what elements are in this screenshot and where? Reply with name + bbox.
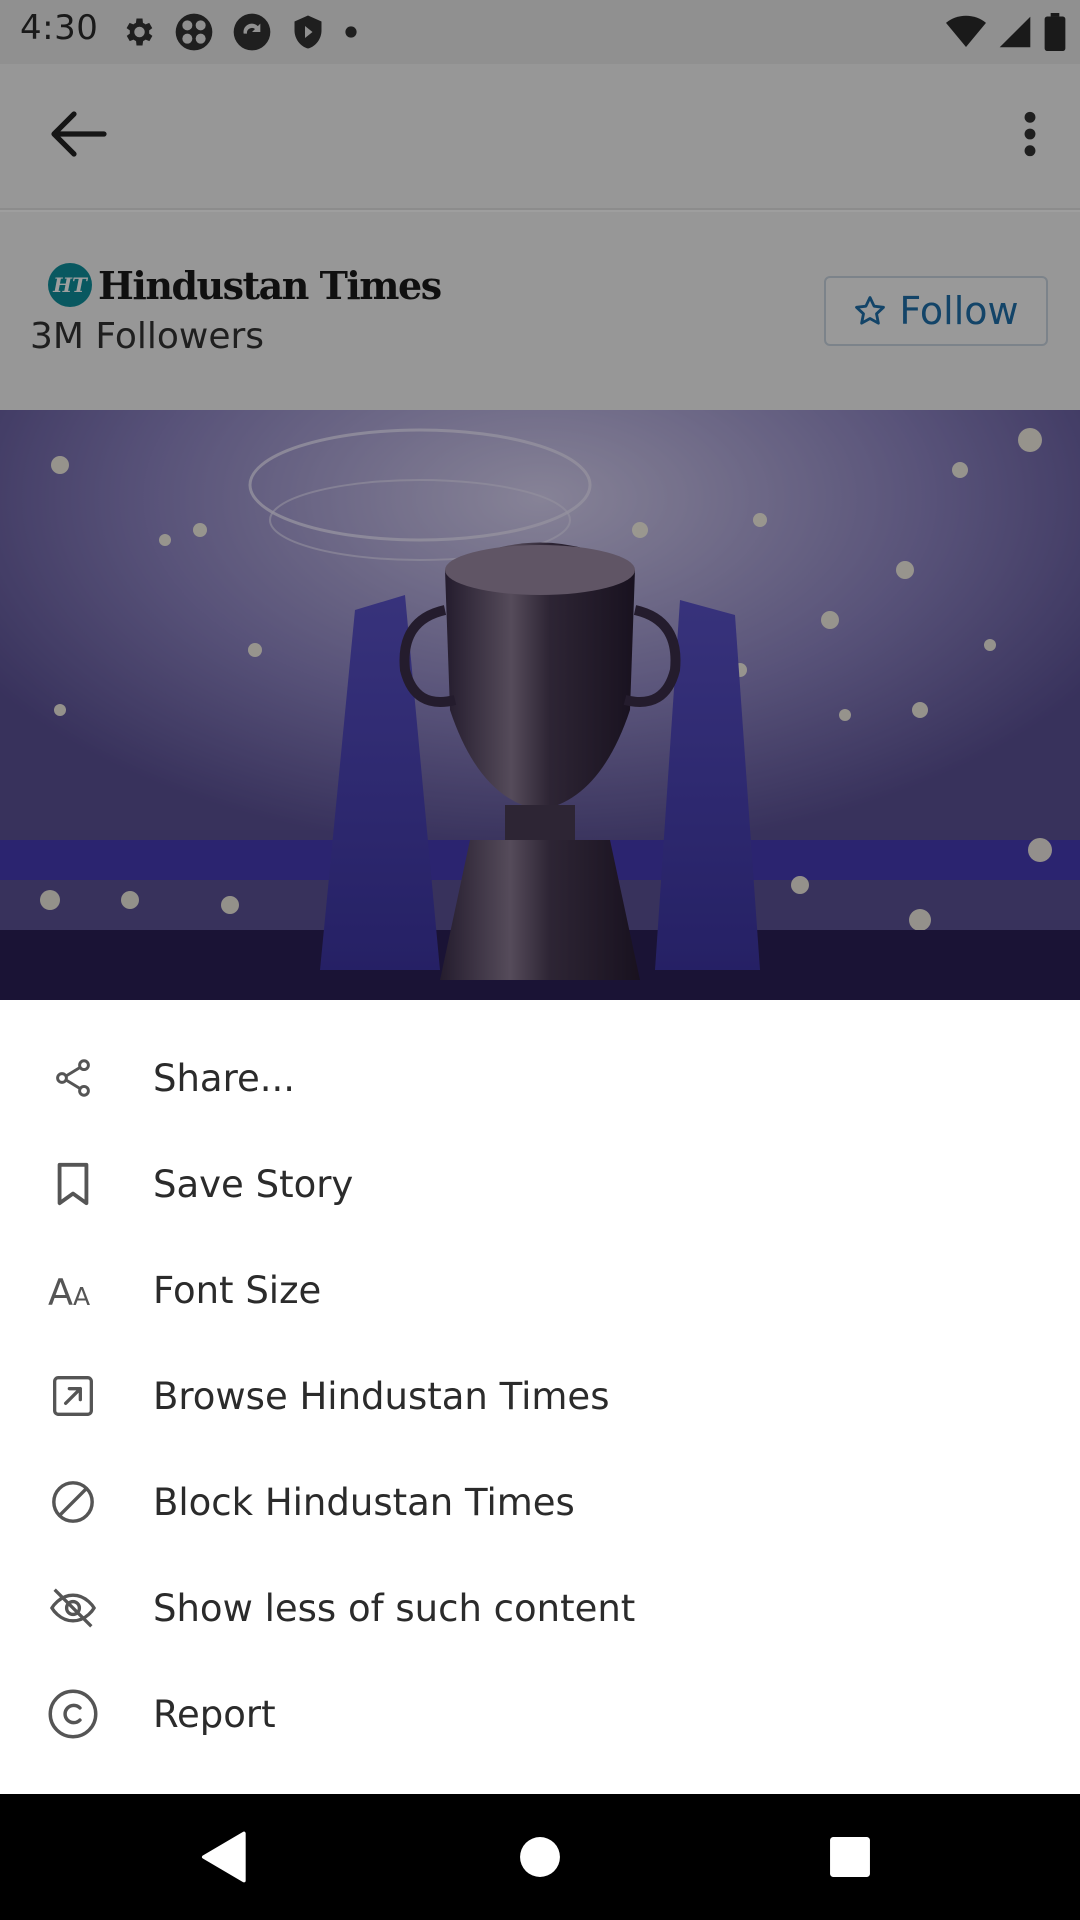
nav-back-icon (201, 1831, 246, 1883)
nav-recents-icon (830, 1837, 870, 1877)
nav-home-button[interactable] (500, 1824, 580, 1890)
menu-item-show-less[interactable]: Show less of such content (0, 1555, 1080, 1661)
menu-item-report[interactable]: Report (0, 1661, 1080, 1767)
svg-text:A: A (73, 1282, 90, 1310)
nav-back-button[interactable] (185, 1824, 265, 1890)
menu-item-label: Font Size (153, 1268, 322, 1312)
bookmark-icon (46, 1157, 100, 1211)
menu-item-font-size[interactable]: AA Font Size (0, 1237, 1080, 1343)
svg-text:A: A (48, 1271, 73, 1310)
menu-item-label: Browse Hindustan Times (153, 1374, 610, 1418)
menu-item-share[interactable]: Share... (0, 1025, 1080, 1131)
open-external-icon (46, 1369, 100, 1423)
menu-item-block-publisher[interactable]: Block Hindustan Times (0, 1449, 1080, 1555)
menu-item-label: Share... (153, 1056, 296, 1100)
copyright-icon (46, 1687, 100, 1741)
options-bottom-sheet: Share... Save Story AA Font Size Browse … (0, 1000, 1080, 1794)
screen: 4:30 HT Hindustan Times 3M Followers Fol… (0, 0, 1080, 1920)
menu-item-label: Save Story (153, 1162, 354, 1206)
system-navigation-bar (0, 1794, 1080, 1920)
menu-item-label: Report (153, 1692, 276, 1736)
menu-item-label: Show less of such content (153, 1586, 636, 1630)
dim-overlay[interactable] (0, 0, 1080, 1000)
menu-item-label: Block Hindustan Times (153, 1480, 575, 1524)
font-size-icon: AA (46, 1263, 100, 1317)
block-icon (46, 1475, 100, 1529)
eye-off-icon (46, 1581, 100, 1635)
menu-item-save-story[interactable]: Save Story (0, 1131, 1080, 1237)
share-icon (46, 1051, 100, 1105)
nav-recents-button[interactable] (810, 1824, 890, 1890)
nav-home-icon (520, 1837, 560, 1877)
menu-item-browse-publisher[interactable]: Browse Hindustan Times (0, 1343, 1080, 1449)
